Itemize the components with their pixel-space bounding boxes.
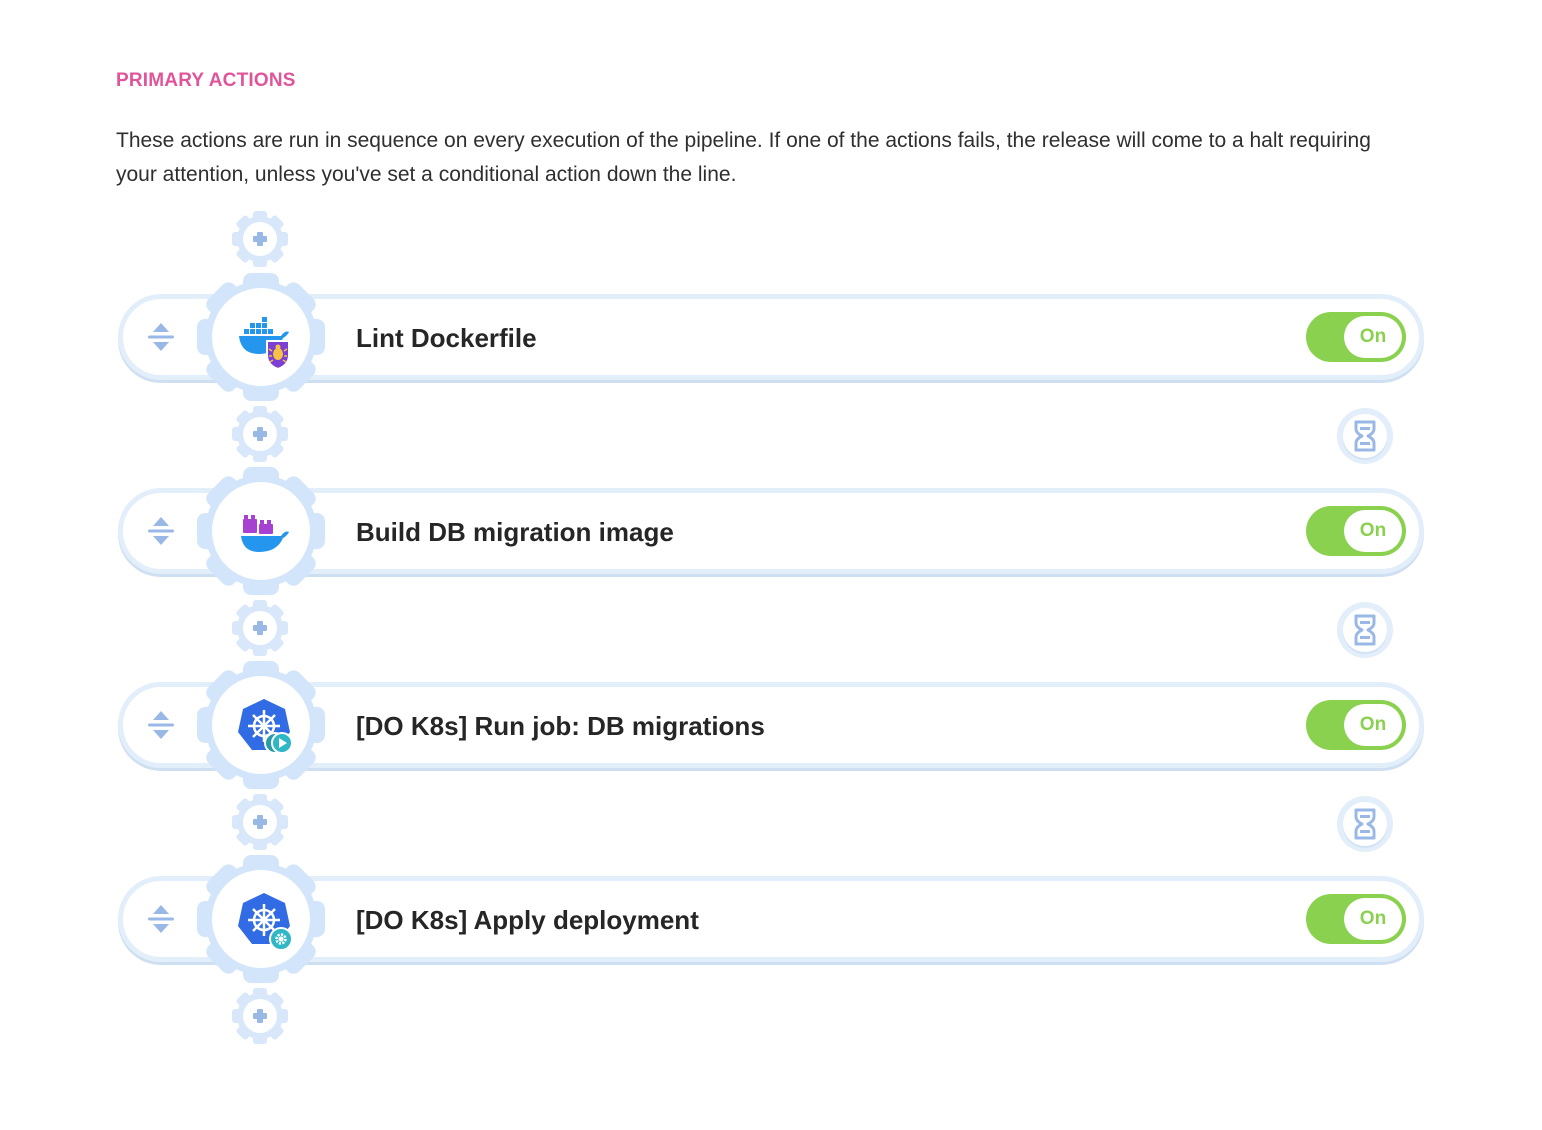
action-name[interactable]: [DO K8s] Run job: DB migrations: [356, 706, 765, 746]
drag-handle-icon[interactable]: [146, 320, 176, 354]
add-action-button[interactable]: [231, 987, 289, 1045]
add-action-button[interactable]: [231, 599, 289, 657]
toggle-label: On: [1344, 898, 1402, 940]
action-toggle[interactable]: On: [1306, 312, 1406, 362]
drag-handle-icon[interactable]: [146, 708, 176, 742]
plus-icon: [231, 599, 289, 657]
action-icon-gear[interactable]: [195, 271, 327, 403]
docker-lint-icon: [231, 307, 290, 371]
toggle-label: On: [1344, 316, 1402, 358]
section-description: These actions are run in sequence on eve…: [116, 129, 1371, 186]
toggle-label: On: [1344, 704, 1402, 746]
hourglass-icon: [1351, 808, 1379, 840]
hourglass-icon: [1351, 420, 1379, 452]
bug-shield-icon: [266, 340, 290, 371]
plus-icon: [231, 793, 289, 851]
drag-handle-icon[interactable]: [146, 514, 176, 548]
plus-icon: [231, 987, 289, 1045]
add-action-button[interactable]: [231, 210, 289, 268]
add-delay-button[interactable]: [1337, 796, 1393, 852]
kubernetes-icon: [231, 695, 293, 754]
plus-icon: [231, 405, 289, 463]
docker-build-icon: [241, 515, 289, 552]
gear-badge-icon: [269, 927, 293, 951]
action-name[interactable]: Build DB migration image: [356, 512, 674, 552]
action-icon-gear[interactable]: [195, 659, 327, 791]
section-title: PRIMARY ACTIONS: [116, 70, 296, 91]
drag-handle-icon[interactable]: [146, 902, 176, 936]
action-toggle[interactable]: On: [1306, 506, 1406, 556]
kubernetes-icon: [231, 889, 293, 951]
add-action-button[interactable]: [231, 793, 289, 851]
add-delay-button[interactable]: [1337, 408, 1393, 464]
add-action-button[interactable]: [231, 405, 289, 463]
toggle-label: On: [1344, 510, 1402, 552]
action-toggle[interactable]: On: [1306, 700, 1406, 750]
action-icon-gear[interactable]: [195, 853, 327, 985]
hourglass-icon: [1351, 614, 1379, 646]
action-icon-gear[interactable]: [195, 465, 327, 597]
plus-icon: [231, 210, 289, 268]
add-delay-button[interactable]: [1337, 602, 1393, 658]
action-toggle[interactable]: On: [1306, 894, 1406, 944]
action-name[interactable]: [DO K8s] Apply deployment: [356, 900, 699, 940]
play-job-icon: [264, 732, 293, 754]
action-name[interactable]: Lint Dockerfile: [356, 318, 537, 358]
